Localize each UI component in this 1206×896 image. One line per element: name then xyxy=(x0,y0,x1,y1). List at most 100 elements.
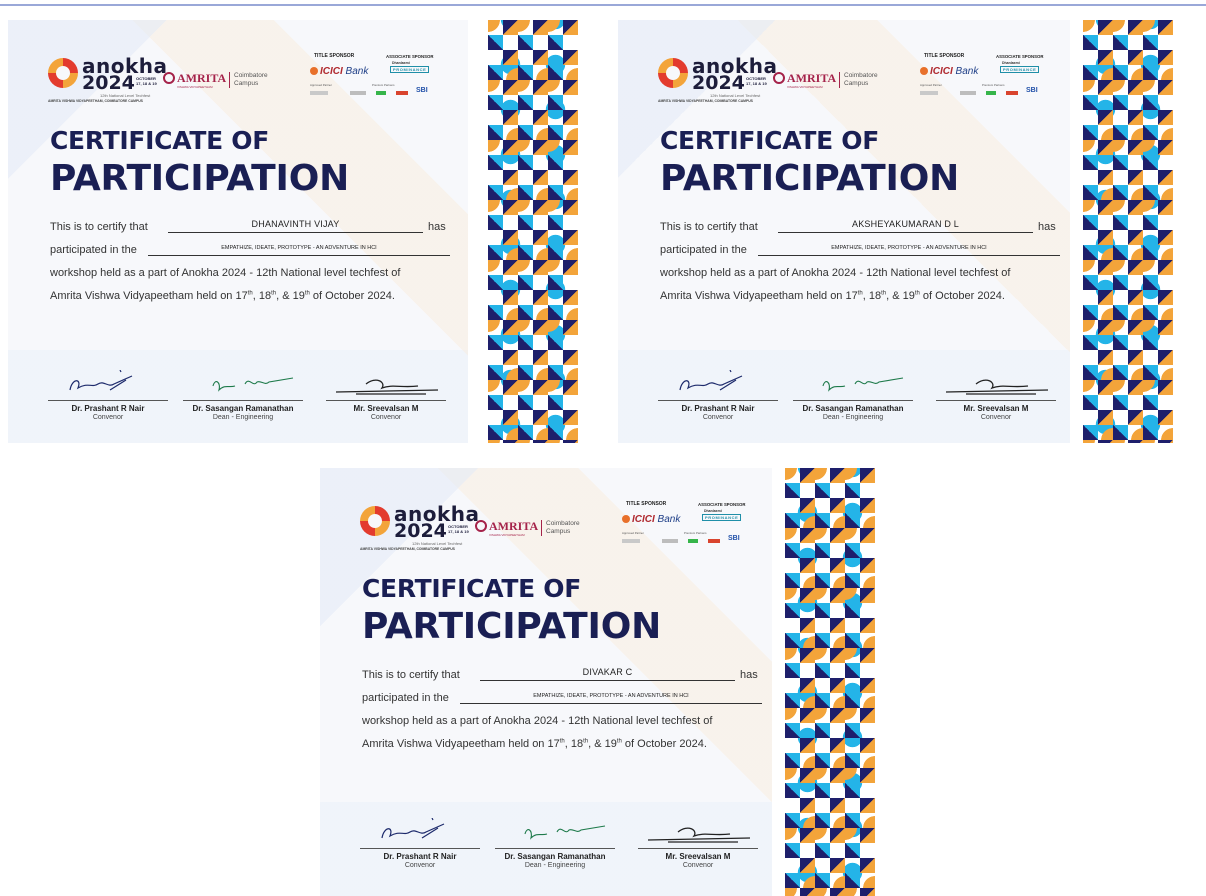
signature-line xyxy=(48,400,168,401)
signature-line xyxy=(495,848,615,849)
signatory-name: Dr. Sasangan Ramanathan xyxy=(192,404,294,413)
signature-block-dean: Dr. Sasangan Ramanathan Dean - Engineeri… xyxy=(495,818,615,878)
certify-text: This is to certify that xyxy=(50,221,148,233)
geometric-pattern-strip xyxy=(785,468,875,896)
premium-partners-label: Premium Partners xyxy=(982,83,1005,87)
anokha-month: OCTOBER 17, 18 & 19 xyxy=(136,76,157,86)
dates-prefix: Amrita Vishwa Vidyapeetham held on 17 xyxy=(660,290,858,302)
signatory-role: Convenor xyxy=(980,414,1012,421)
signatory-role: Dean - Engineering xyxy=(822,414,884,421)
icici-logo: ICICI Bank xyxy=(622,514,680,525)
anokha-logo: anokha 2024 OCTOBER 17, 18 & 19 12th Nat… xyxy=(48,54,168,104)
anokha-mark-icon xyxy=(658,58,688,88)
partner-logo-icon xyxy=(1006,91,1018,95)
certificate-body: anokha 2024 OCTOBER 17, 18 & 19 12th Nat… xyxy=(8,20,468,443)
participated-text: participated in the xyxy=(362,692,449,704)
signature-icon xyxy=(945,379,1049,395)
signature-icon xyxy=(69,370,133,391)
approved-partner-label: Approved Partner xyxy=(310,83,332,87)
partner-logo-icon xyxy=(310,91,328,95)
icici-mark-icon xyxy=(920,67,928,75)
participant-name: AKSHEYAKUMARAN D L xyxy=(778,219,1033,233)
signature-line xyxy=(326,400,446,401)
held-text: workshop held as a part of Anokha 2024 -… xyxy=(362,715,713,727)
participant-name: DHANAVINTH VIJAY xyxy=(168,219,423,233)
title-sponsor-label: TITLE SPONSOR xyxy=(314,53,355,59)
amrita-logo: AMRITA VISHWA VIDYAPEETHAM Coimbatore Ca… xyxy=(475,518,585,542)
dates-mid: , & 19 xyxy=(886,290,915,302)
associate-sponsor-label: ASSOCIATE SPONSOR xyxy=(698,502,746,507)
anokha-logo: anokha 2024 OCTOBER 17, 18 & 19 12th Nat… xyxy=(360,502,480,552)
anokha-month: OCTOBER 17, 18 & 19 xyxy=(448,524,469,534)
signature-icon xyxy=(679,370,743,391)
title-sponsor-label: TITLE SPONSOR xyxy=(626,501,667,507)
associate-sponsor-label: ASSOCIATE SPONSOR xyxy=(996,54,1044,59)
prominance-logo: PROMINANCE xyxy=(1000,66,1040,73)
dhanlaxmi-logo: Dhanlaxmi xyxy=(392,61,410,65)
amrita-campus: Coimbatore Campus xyxy=(839,72,884,88)
geometric-pattern-strip xyxy=(1083,20,1173,443)
has-text: has xyxy=(1038,221,1056,233)
anokha-subtitle: 12th National Level Techfest xyxy=(710,93,761,98)
certificate-1: anokha 2024 OCTOBER 17, 18 & 19 12th Nat… xyxy=(8,20,585,443)
icici-logo: ICICI Bank xyxy=(310,66,368,77)
signatory-role: Convenor xyxy=(702,414,734,421)
signatory-name: Dr. Sasangan Ramanathan xyxy=(802,404,904,413)
anokha-year: 2024 xyxy=(394,520,447,542)
signatory-name: Mr. Sreevalsan M xyxy=(353,404,419,413)
amrita-emblem-icon xyxy=(773,72,785,84)
signature-icon xyxy=(647,827,751,843)
icici-bank-word: Bank xyxy=(952,66,979,77)
amrita-emblem-icon xyxy=(475,520,487,532)
workshop-name: EMPATHIZE, IDEATE, PROTOTYPE - AN ADVENT… xyxy=(758,242,1060,256)
signature-block-convenor-2: Mr. Sreevalsan M Convenor xyxy=(638,818,758,878)
sponsor-block: TITLE SPONSOR ICICI Bank ASSOCIATE SPONS… xyxy=(620,501,760,551)
premium-partners-label: Premium Partners xyxy=(684,531,707,535)
partner-logo-icon xyxy=(376,91,386,95)
amrita-wordmark: AMRITA xyxy=(787,71,837,85)
anokha-month: OCTOBER 17, 18 & 19 xyxy=(746,76,767,86)
amrita-tagline: VISHWA VIDYAPEETHAM xyxy=(177,85,213,89)
signature-line xyxy=(658,400,778,401)
signature-icon xyxy=(524,825,606,840)
premium-partners-label: Premium Partners xyxy=(372,83,395,87)
sponsor-block: TITLE SPONSOR ICICI Bank ASSOCIATE SPONS… xyxy=(308,53,448,103)
amrita-campus: Coimbatore Campus xyxy=(541,520,586,536)
has-text: has xyxy=(428,221,446,233)
partner-logo-icon xyxy=(396,91,408,95)
certificate-2: anokha 2024 OCTOBER 17, 18 & 19 12th Nat… xyxy=(618,20,1178,443)
dates-text: Amrita Vishwa Vidyapeetham held on 17th,… xyxy=(660,290,1005,302)
signature-block-convenor-1: Dr. Prashant R Nair Convenor xyxy=(360,818,480,878)
amrita-campus: Coimbatore Campus xyxy=(229,72,274,88)
partner-logo-icon xyxy=(622,539,640,543)
signatory-name: Dr. Prashant R Nair xyxy=(383,852,457,861)
icici-word: ICICI xyxy=(930,66,953,77)
amrita-emblem-icon xyxy=(163,72,175,84)
geometric-pattern-strip xyxy=(488,20,578,443)
signature-line xyxy=(793,400,913,401)
sbi-logo: SBI xyxy=(1026,87,1038,94)
icici-mark-icon xyxy=(310,67,318,75)
held-text: workshop held as a part of Anokha 2024 -… xyxy=(50,267,401,279)
anokha-campus: AMRITA VISHWA VIDYAPEETHAM, COIMBATORE C… xyxy=(48,99,143,103)
dates-mid: , 18 xyxy=(564,738,584,750)
amrita-wordmark: AMRITA xyxy=(489,519,539,533)
anokha-campus: AMRITA VISHWA VIDYAPEETHAM, COIMBATORE C… xyxy=(360,547,455,551)
participant-name: DIVAKAR C xyxy=(480,667,735,681)
certificate-title-line2: PARTICIPATION xyxy=(660,158,960,199)
signature-block-dean: Dr. Sasangan Ramanathan Dean - Engineeri… xyxy=(793,370,913,430)
associate-sponsor-label: ASSOCIATE SPONSOR xyxy=(386,54,434,59)
dates-mid: , & 19 xyxy=(276,290,305,302)
certificate-title-line1: CERTIFICATE OF xyxy=(660,126,880,155)
partner-logo-icon xyxy=(688,539,698,543)
dates-text: Amrita Vishwa Vidyapeetham held on 17th,… xyxy=(50,290,395,302)
dhanlaxmi-logo: Dhanlaxmi xyxy=(1002,61,1020,65)
sponsor-block: TITLE SPONSOR ICICI Bank ASSOCIATE SPONS… xyxy=(918,53,1058,103)
prominance-logo: PROMINANCE xyxy=(390,66,430,73)
anokha-mark-icon xyxy=(360,506,390,536)
dates-mid: , & 19 xyxy=(588,738,617,750)
icici-mark-icon xyxy=(622,515,630,523)
signatory-name: Dr. Prashant R Nair xyxy=(681,404,755,413)
dates-suffix: of October 2024. xyxy=(309,290,395,302)
icici-bank-word: Bank xyxy=(342,66,369,77)
